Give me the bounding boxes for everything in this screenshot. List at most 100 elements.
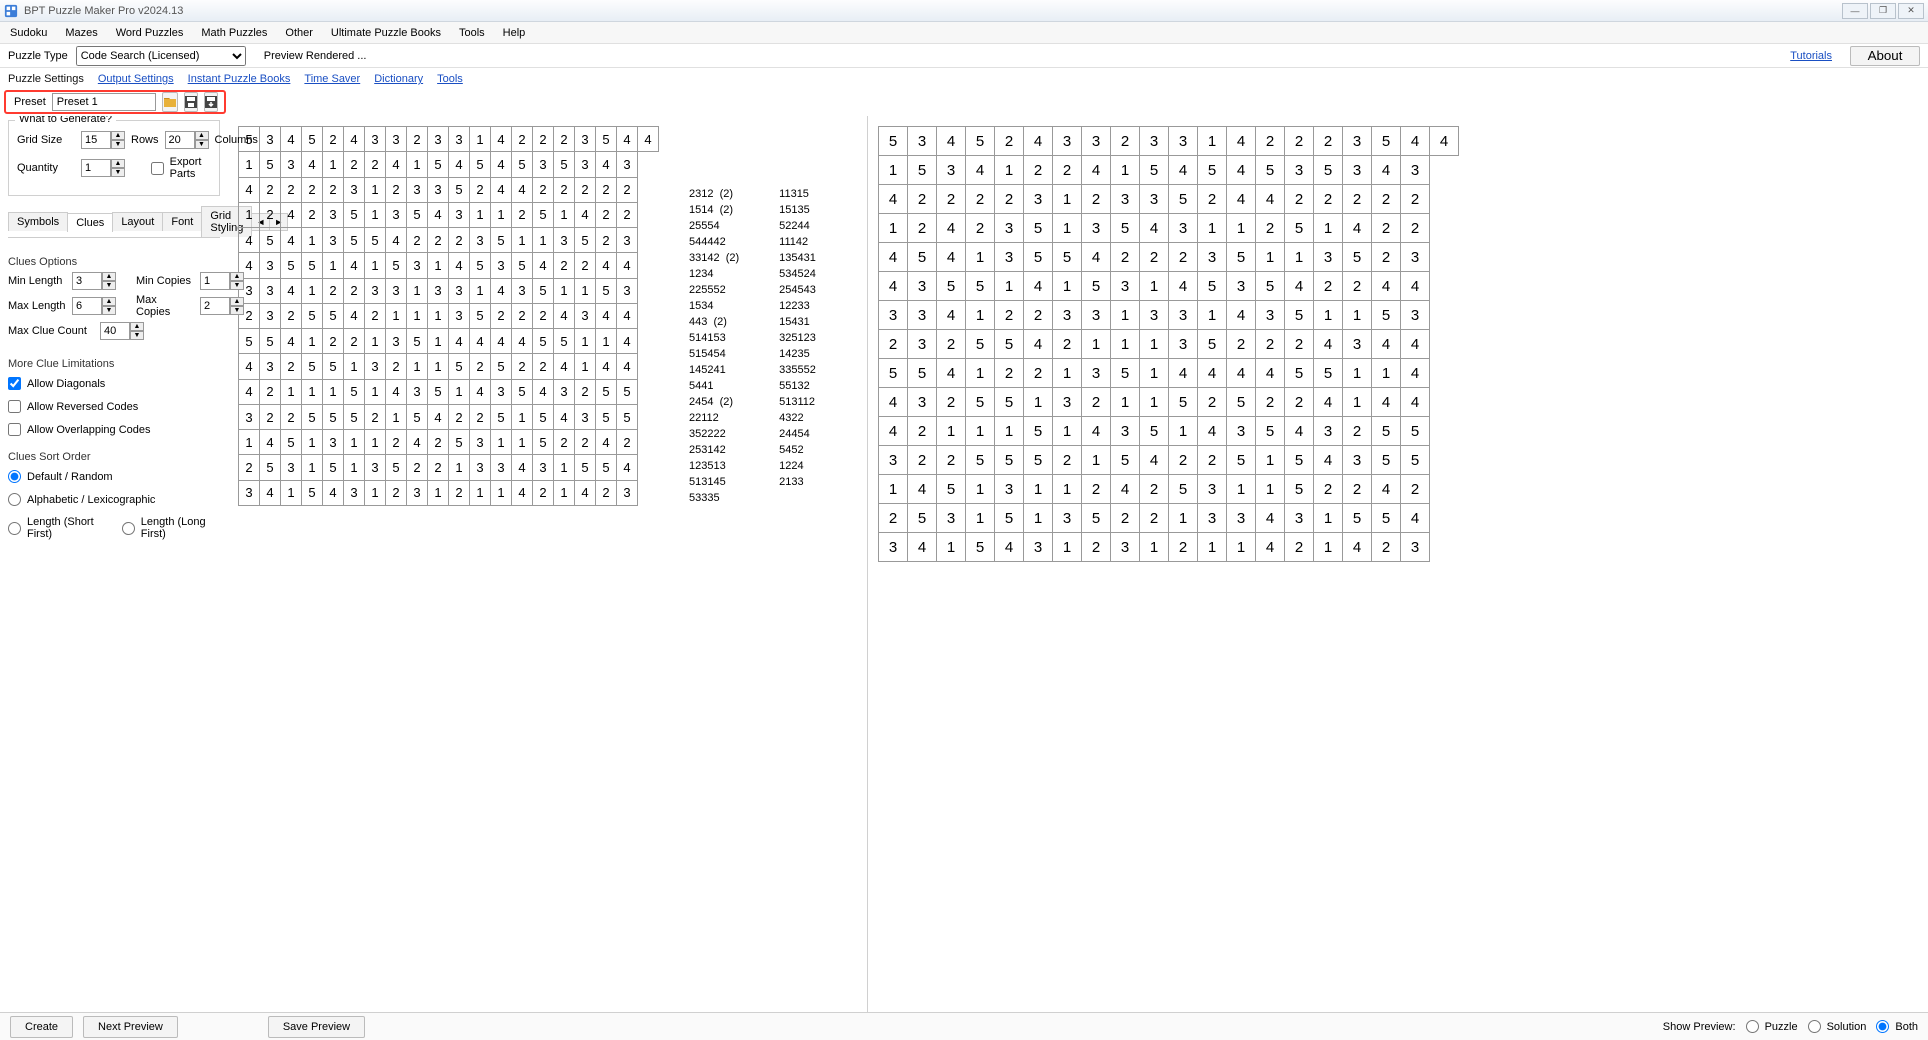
menu-ultimate[interactable]: Ultimate Puzzle Books bbox=[331, 27, 441, 39]
subtab-symbols[interactable]: Symbols bbox=[8, 212, 68, 231]
subtab-clues[interactable]: Clues bbox=[67, 213, 113, 232]
titlebar: BPT Puzzle Maker Pro v2024.13 — ❐ ✕ bbox=[0, 0, 1928, 22]
max-copies-input[interactable] bbox=[200, 297, 230, 315]
quantity-label: Quantity bbox=[17, 162, 75, 174]
sort-default-radio[interactable] bbox=[8, 470, 21, 483]
puzzle-type-label: Puzzle Type bbox=[8, 50, 68, 62]
main-menu: Sudoku Mazes Word Puzzles Math Puzzles O… bbox=[0, 22, 1928, 44]
clues-list: 2312 (2) 1514 (2) 25554 544442 33142 (2)… bbox=[689, 186, 816, 506]
settings-subtabs: Symbols Clues Layout Font Grid Styling ◄… bbox=[8, 206, 220, 238]
tab-instant-books[interactable]: Instant Puzzle Books bbox=[188, 73, 291, 87]
menu-sudoku[interactable]: Sudoku bbox=[10, 27, 47, 39]
subtab-layout[interactable]: Layout bbox=[112, 212, 163, 231]
clues-sort-order-label: Clues Sort Order bbox=[8, 451, 220, 463]
sort-short-radio[interactable] bbox=[8, 522, 21, 535]
qty-up[interactable]: ▲ bbox=[111, 159, 125, 168]
save-preset-button[interactable] bbox=[184, 92, 198, 112]
settings-panel: What to Generate? Grid Size ▲▼ Rows ▲▼ C… bbox=[0, 116, 228, 1012]
menu-help[interactable]: Help bbox=[503, 27, 526, 39]
tab-puzzle-settings[interactable]: Puzzle Settings bbox=[8, 73, 84, 87]
clues-col-2: 11315 15135 52244 11142 135431 534524 25… bbox=[779, 186, 816, 506]
preset-label: Preset bbox=[14, 96, 46, 108]
puzzle-grid: 5345243323314222354415341224154545353434… bbox=[238, 126, 659, 506]
allow-diagonals-checkbox[interactable] bbox=[8, 377, 21, 390]
secondary-tabs: Puzzle Settings Output Settings Instant … bbox=[0, 68, 1928, 88]
type-row: Puzzle Type Code Search (Licensed) Previ… bbox=[0, 44, 1928, 68]
min-copies-label: Min Copies bbox=[136, 275, 194, 287]
allow-reversed-checkbox[interactable] bbox=[8, 400, 21, 413]
min-length-input[interactable] bbox=[72, 272, 102, 290]
max-clue-count-input[interactable] bbox=[100, 322, 130, 340]
cols-label: Columns bbox=[215, 134, 258, 146]
solution-preview: 5345243323314222354415341224154545353434… bbox=[868, 116, 1928, 1012]
preview-status: Preview Rendered ... bbox=[264, 50, 367, 62]
rows-input[interactable] bbox=[81, 131, 111, 149]
sort-alpha-label: Alphabetic / Lexicographic bbox=[27, 494, 155, 506]
menu-other[interactable]: Other bbox=[285, 27, 313, 39]
puzzle-type-select[interactable]: Code Search (Licensed) bbox=[76, 46, 246, 66]
tab-time-saver[interactable]: Time Saver bbox=[304, 73, 360, 87]
cols-down[interactable]: ▼ bbox=[195, 140, 209, 149]
sort-long-radio[interactable] bbox=[122, 522, 135, 535]
preview-puzzle-radio[interactable] bbox=[1746, 1020, 1759, 1033]
min-copies-input[interactable] bbox=[200, 272, 230, 290]
what-to-generate-legend: What to Generate? bbox=[15, 116, 116, 125]
create-button[interactable]: Create bbox=[10, 1016, 73, 1038]
subtab-font[interactable]: Font bbox=[162, 212, 202, 231]
window-title: BPT Puzzle Maker Pro v2024.13 bbox=[24, 5, 1842, 17]
sort-default-label: Default / Random bbox=[27, 471, 113, 483]
folder-icon bbox=[163, 96, 177, 108]
app-icon bbox=[4, 4, 18, 18]
close-button[interactable]: ✕ bbox=[1898, 3, 1924, 19]
rows-label: Rows bbox=[131, 134, 159, 146]
grid-size-label: Grid Size bbox=[17, 134, 75, 146]
minimize-button[interactable]: — bbox=[1842, 3, 1868, 19]
tab-dictionary[interactable]: Dictionary bbox=[374, 73, 423, 87]
preview-solution-radio[interactable] bbox=[1808, 1020, 1821, 1033]
menu-tools[interactable]: Tools bbox=[459, 27, 485, 39]
menu-word[interactable]: Word Puzzles bbox=[116, 27, 184, 39]
max-length-input[interactable] bbox=[72, 297, 102, 315]
save-icon bbox=[185, 96, 197, 108]
clues-options-label: Clues Options bbox=[8, 256, 220, 268]
export-parts-label: Export Parts bbox=[170, 156, 211, 180]
tab-output-settings[interactable]: Output Settings bbox=[98, 73, 174, 87]
tutorials-link[interactable]: Tutorials bbox=[1790, 50, 1832, 62]
cols-input[interactable] bbox=[165, 131, 195, 149]
cols-up[interactable]: ▲ bbox=[195, 131, 209, 140]
next-preview-button[interactable]: Next Preview bbox=[83, 1016, 178, 1038]
qty-down[interactable]: ▼ bbox=[111, 168, 125, 177]
show-preview-label: Show Preview: bbox=[1663, 1021, 1736, 1033]
max-length-label: Max Length bbox=[8, 300, 66, 312]
menu-mazes[interactable]: Mazes bbox=[65, 27, 97, 39]
quantity-input[interactable] bbox=[81, 159, 111, 177]
max-clue-count-label: Max Clue Count bbox=[8, 325, 94, 337]
allow-reversed-label: Allow Reversed Codes bbox=[27, 401, 138, 413]
rows-down[interactable]: ▼ bbox=[111, 140, 125, 149]
maximize-button[interactable]: ❐ bbox=[1870, 3, 1896, 19]
menu-math[interactable]: Math Puzzles bbox=[201, 27, 267, 39]
clues-options: Clues Options Min Length ▲▼ Min Copies ▲… bbox=[8, 246, 220, 346]
about-button[interactable]: About bbox=[1850, 46, 1920, 66]
sort-short-label: Length (Short First) bbox=[27, 516, 108, 540]
tab-tools[interactable]: Tools bbox=[437, 73, 463, 87]
preset-row: Preset bbox=[4, 90, 226, 114]
allow-overlapping-checkbox[interactable] bbox=[8, 423, 21, 436]
save-as-preset-button[interactable] bbox=[204, 92, 218, 112]
preset-input[interactable] bbox=[52, 93, 156, 111]
save-as-icon bbox=[205, 96, 217, 108]
save-preview-button[interactable]: Save Preview bbox=[268, 1016, 365, 1038]
sort-alpha-radio[interactable] bbox=[8, 493, 21, 506]
solution-grid: 5345243323314222354415341224154545353434… bbox=[878, 126, 1459, 562]
bottom-bar: Create Next Preview Save Preview Show Pr… bbox=[0, 1012, 1928, 1040]
export-parts-checkbox[interactable] bbox=[151, 162, 164, 175]
clues-col-1: 2312 (2) 1514 (2) 25554 544442 33142 (2)… bbox=[689, 186, 739, 506]
sort-long-label: Length (Long First) bbox=[141, 516, 220, 540]
min-length-label: Min Length bbox=[8, 275, 66, 287]
preview-both-radio[interactable] bbox=[1876, 1020, 1889, 1033]
open-preset-button[interactable] bbox=[162, 92, 178, 112]
puzzle-preview: 5345243323314222354415341224154545353434… bbox=[228, 116, 868, 1012]
max-copies-label: Max Copies bbox=[136, 294, 194, 318]
more-clue-limitations-label: More Clue Limitations bbox=[8, 358, 220, 370]
rows-up[interactable]: ▲ bbox=[111, 131, 125, 140]
